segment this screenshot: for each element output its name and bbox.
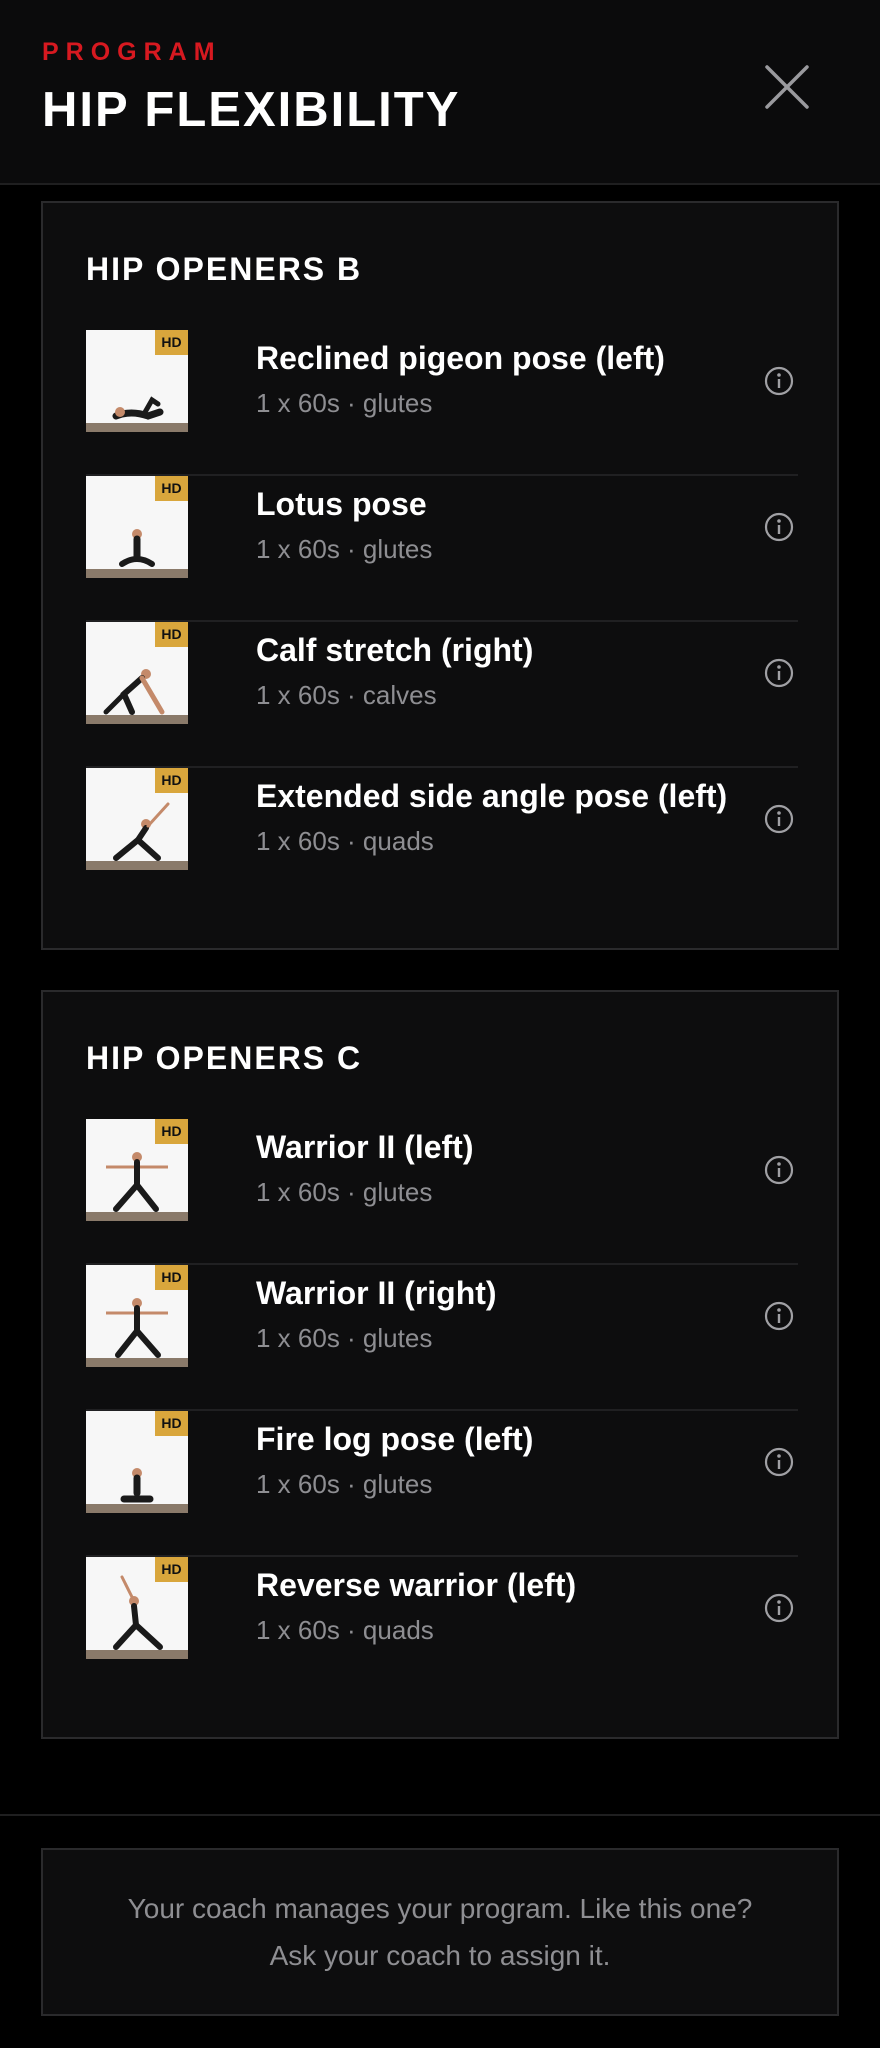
coach-notice-line-2: Ask your coach to assign it. [269, 1940, 611, 1971]
exercise-meta: 1 x 60s · calves [256, 680, 437, 710]
exercise-row[interactable]: HD Fire log pose (left) 1 x 60s · glutes [86, 1411, 798, 1557]
hd-badge: HD [155, 476, 188, 501]
exercise-name: Reverse warrior (left) [256, 1567, 577, 1603]
hd-badge: HD [155, 1119, 188, 1144]
mat [86, 715, 188, 724]
hd-badge: HD [155, 622, 188, 647]
info-icon[interactable] [763, 365, 795, 397]
exercise-row[interactable]: HD Reverse warrior (left) 1 x 60s · quad… [86, 1557, 798, 1703]
exercise-row[interactable]: HD Reclined pigeon pose (left) 1 x 60s ·… [86, 330, 798, 476]
exercise-meta: 1 x 60s · glutes [256, 1177, 433, 1207]
coach-notice-line-1: Your coach manages your program. Like th… [127, 1893, 753, 1924]
mat [86, 1212, 188, 1221]
workout-section-hip-openers-b: HIP OPENERS B HD Reclined pigeon pose (l… [41, 201, 839, 950]
exercise-row[interactable]: HD Extended side angle pose (left) 1 x 6… [86, 768, 798, 914]
footer-divider [0, 1814, 880, 1816]
exercise-meta: 1 x 60s · quads [256, 1615, 434, 1645]
exercise-list: HD Warrior II (left) 1 x 60s · glutes HD [86, 1119, 798, 1703]
close-icon [765, 65, 809, 109]
exercise-thumbnail: HD [86, 330, 188, 432]
hd-badge: HD [155, 330, 188, 355]
info-icon[interactable] [763, 1300, 795, 1332]
program-eyebrow: PROGRAM [42, 38, 222, 66]
hd-badge: HD [155, 1411, 188, 1436]
info-icon[interactable] [763, 1592, 795, 1624]
exercise-name: Fire log pose (left) [256, 1421, 534, 1457]
info-icon[interactable] [763, 803, 795, 835]
exercise-row[interactable]: HD Lotus pose 1 x 60s · glutes [86, 476, 798, 622]
mat [86, 423, 188, 432]
mat [86, 1650, 188, 1659]
exercise-thumbnail: HD [86, 1557, 188, 1659]
hd-badge: HD [155, 1265, 188, 1290]
info-icon[interactable] [763, 511, 795, 543]
exercise-name: Lotus pose [256, 486, 427, 522]
exercise-name: Extended side angle pose (left) [256, 778, 728, 814]
exercise-name: Calf stretch (right) [256, 632, 534, 668]
modal-header: PROGRAM HIP FLEXIBILITY [0, 0, 880, 185]
exercise-row[interactable]: HD Warrior II (right) 1 x 60s · glutes [86, 1265, 798, 1411]
exercise-name: Reclined pigeon pose (left) [256, 340, 665, 376]
close-button[interactable] [762, 62, 812, 112]
mat [86, 1358, 188, 1367]
mat [86, 569, 188, 578]
exercise-meta: 1 x 60s · quads [256, 826, 434, 856]
info-icon[interactable] [763, 657, 795, 689]
hd-badge: HD [155, 768, 188, 793]
coach-notice-text: Your coach manages your program. Like th… [128, 1885, 753, 1979]
exercise-row[interactable]: HD Calf stretch (right) 1 x 60s · calves [86, 622, 798, 768]
workout-section-hip-openers-c: HIP OPENERS C HD Warrior II (left) 1 x 6… [41, 990, 839, 1739]
exercise-name: Warrior II (right) [256, 1275, 497, 1311]
exercise-meta: 1 x 60s · glutes [256, 1323, 433, 1353]
exercise-meta: 1 x 60s · glutes [256, 1469, 433, 1499]
info-icon[interactable] [763, 1154, 795, 1186]
page-title: HIP FLEXIBILITY [42, 83, 461, 137]
exercise-thumbnail: HD [86, 768, 188, 870]
info-icon[interactable] [763, 1446, 795, 1478]
exercise-thumbnail: HD [86, 1265, 188, 1367]
coach-notice: Your coach manages your program. Like th… [41, 1848, 839, 2016]
mat [86, 861, 188, 870]
exercise-list: HD Reclined pigeon pose (left) 1 x 60s ·… [86, 330, 798, 914]
exercise-meta: 1 x 60s · glutes [256, 388, 433, 418]
exercise-thumbnail: HD [86, 476, 188, 578]
exercise-thumbnail: HD [86, 1119, 188, 1221]
section-title: HIP OPENERS C [86, 1040, 363, 1076]
exercise-meta: 1 x 60s · glutes [256, 534, 433, 564]
hd-badge: HD [155, 1557, 188, 1582]
exercise-thumbnail: HD [86, 1411, 188, 1513]
exercise-row[interactable]: HD Warrior II (left) 1 x 60s · glutes [86, 1119, 798, 1265]
exercise-name: Warrior II (left) [256, 1129, 474, 1165]
section-title: HIP OPENERS B [86, 251, 363, 287]
mat [86, 1504, 188, 1513]
exercise-thumbnail: HD [86, 622, 188, 724]
